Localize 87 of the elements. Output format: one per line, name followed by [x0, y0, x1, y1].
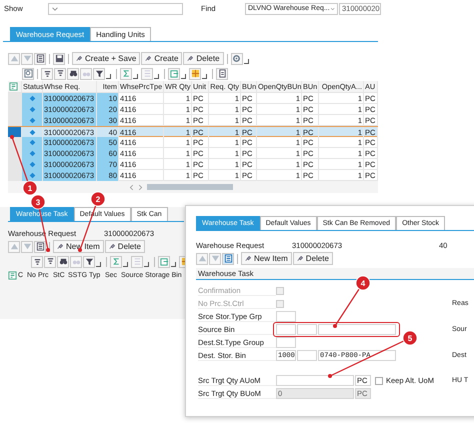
save-button[interactable] — [53, 52, 65, 64]
dropdown-caret-icon[interactable] — [106, 74, 111, 78]
input-field[interactable] — [297, 324, 317, 335]
details-button[interactable] — [34, 240, 46, 252]
dropdown-caret-icon[interactable] — [181, 74, 186, 78]
input-field[interactable] — [276, 311, 296, 322]
details-button[interactable] — [222, 252, 234, 264]
sort-ascending-icon — [32, 257, 42, 266]
dropdown-caret-icon[interactable] — [171, 262, 176, 266]
down-arrow-icon — [22, 242, 32, 251]
details-icon — [36, 242, 44, 251]
create-icon — [187, 55, 194, 62]
toolbar-button[interactable]: Create — [141, 52, 182, 65]
checkbox[interactable] — [375, 376, 383, 384]
callout-badge: 2 — [90, 192, 106, 206]
up-arrow-button[interactable] — [196, 252, 208, 264]
details-icon — [36, 54, 44, 63]
up-arrow-icon — [10, 242, 18, 251]
dropdown-caret-icon[interactable] — [244, 58, 249, 64]
create-icon — [57, 243, 64, 250]
subtotal-icon — [132, 257, 142, 266]
sort-descending-icon — [46, 257, 54, 266]
up-arrow-button[interactable] — [8, 240, 20, 252]
binoculars-icon — [58, 257, 68, 266]
sum-icon — [122, 69, 130, 78]
create-icon — [76, 55, 83, 62]
input-field[interactable] — [276, 337, 296, 348]
dropdown-caret-icon[interactable] — [133, 74, 138, 78]
sort-ascending-button[interactable] — [31, 256, 43, 268]
dropdown-caret-icon[interactable] — [202, 74, 207, 78]
sort-descending-button[interactable] — [44, 256, 56, 268]
zoom-icon — [24, 69, 32, 78]
toolbar-button[interactable]: Delete — [104, 240, 145, 253]
create-icon — [108, 243, 116, 250]
dropdown-caret-icon[interactable] — [144, 262, 149, 266]
print-button[interactable] — [216, 68, 228, 80]
caret-icon — [51, 4, 59, 12]
toolbar-button[interactable]: Create + Save — [72, 52, 140, 65]
create-icon — [145, 55, 152, 62]
down-arrow-icon — [22, 54, 32, 63]
toolbar-button[interactable]: New Item — [241, 252, 292, 265]
create-icon — [296, 255, 304, 262]
down-arrow-icon — [210, 254, 220, 263]
filter-button[interactable] — [83, 256, 95, 268]
print-icon — [218, 69, 226, 78]
table-settings-icon[interactable] — [8, 270, 17, 280]
sort-ascending-icon — [42, 69, 52, 78]
save-icon — [54, 54, 64, 63]
dropdown-caret-icon[interactable] — [96, 262, 101, 266]
sort-ascending-button[interactable] — [41, 68, 53, 80]
dropdown-caret-icon[interactable] — [154, 74, 159, 78]
export-icon — [170, 69, 178, 78]
callout-badge: 4 — [356, 276, 370, 290]
filter-icon — [94, 69, 104, 78]
create-icon — [245, 255, 252, 262]
binoculars-button[interactable] — [57, 256, 69, 268]
details-icon — [224, 254, 232, 263]
table-settings-icon[interactable] — [9, 82, 18, 91]
filter-icon — [84, 257, 94, 266]
export-icon — [160, 257, 168, 266]
layout-button[interactable] — [189, 68, 201, 80]
layout-icon — [190, 69, 200, 78]
scrollbar[interactable] — [147, 184, 233, 190]
scroll-arrows-icon[interactable] — [128, 184, 144, 190]
binoculars-button[interactable] — [67, 68, 79, 80]
up-arrow-icon — [198, 254, 206, 263]
toolbar-button[interactable]: Delete — [183, 52, 224, 65]
dropdown-caret-icon[interactable] — [123, 262, 128, 266]
details-button[interactable] — [34, 52, 46, 64]
zoom-button[interactable] — [22, 68, 34, 80]
export-button[interactable] — [158, 256, 170, 268]
filter-button[interactable] — [93, 68, 105, 80]
callout-badge: 3 — [30, 194, 46, 210]
show-dropdown[interactable] — [48, 2, 183, 14]
callout-badge: 1 — [22, 180, 38, 196]
sort-descending-button[interactable] — [54, 68, 66, 80]
up-arrow-icon — [10, 54, 18, 63]
sort-descending-icon — [56, 69, 64, 78]
input-field[interactable] — [318, 324, 396, 335]
input-field[interactable] — [276, 375, 354, 386]
input-field[interactable] — [297, 350, 317, 361]
callout-badge: 5 — [402, 330, 418, 346]
toolbar-button[interactable]: Delete — [292, 252, 333, 265]
binoculars-icon — [68, 69, 78, 78]
subtotal-icon — [142, 69, 152, 78]
input-field[interactable] — [276, 324, 296, 335]
sum-icon — [112, 257, 120, 266]
